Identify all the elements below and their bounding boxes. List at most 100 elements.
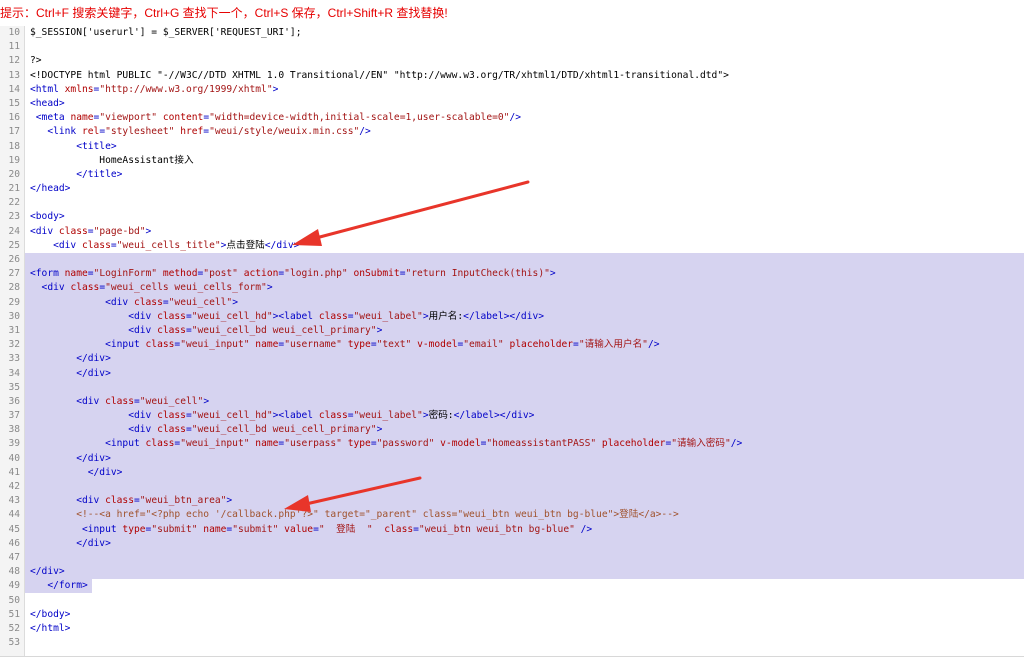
code-line[interactable]: 29 <div class="weui_cell"> <box>0 296 1024 310</box>
code-token: ><label <box>272 410 319 422</box>
code-text: <input class="weui_input" name="username… <box>30 338 659 352</box>
code-line[interactable]: 20 </title> <box>0 168 1024 182</box>
code-line[interactable]: 37 <div class="weui_cell_hd"><label clas… <box>0 409 1024 423</box>
code-line[interactable]: 22 <box>0 196 1024 210</box>
code-line[interactable]: 23 <body> <box>0 210 1024 224</box>
code-line[interactable]: 25 <div class="weui_cells_title">点击登陆</d… <box>0 239 1024 253</box>
code-line[interactable]: 19 HomeAssistant接入 <box>0 154 1024 168</box>
code-token: <div <box>30 282 71 294</box>
code-line[interactable]: 14 <html xmlns="http://www.w3.org/1999/xh… <box>0 83 1024 97</box>
code-token: </label></div> <box>463 310 545 322</box>
code-token: class <box>105 495 134 507</box>
line-number: 48 <box>8 566 20 578</box>
code-token: "LoginForm" <box>93 268 163 280</box>
code-line[interactable]: 32 <input class="weui_input" name="usern… <box>0 338 1024 352</box>
code-line[interactable]: 41 </div> <box>0 466 1024 480</box>
code-token: /> <box>359 126 371 138</box>
code-text: <div class="weui_cell"> <box>30 395 209 409</box>
code-line[interactable]: 34 </div> <box>0 367 1024 381</box>
code-token: href <box>180 126 204 138</box>
code-text: <input type="submit" name="submit" value… <box>30 523 592 537</box>
code-token: class <box>133 296 163 308</box>
code-line[interactable]: 46 </div> <box>0 537 1024 551</box>
code-line[interactable]: 15 <head> <box>0 97 1024 111</box>
code-token: v-model <box>417 339 458 351</box>
code-line[interactable]: 12 ?> <box>0 54 1024 68</box>
code-line[interactable]: 48 </div> <box>0 565 1024 579</box>
code-token: <div <box>30 296 134 308</box>
code-line[interactable]: 35 <box>0 381 1024 395</box>
code-line[interactable]: 49 </form> <box>0 579 1024 593</box>
code-token: /> <box>509 112 522 124</box>
code-line[interactable]: 10 $_SESSION['userurl'] = $_SERVER['REQUE… <box>0 26 1024 40</box>
line-number: 24 <box>8 225 20 237</box>
line-number: 44 <box>8 509 20 521</box>
code-token: </title> <box>30 168 123 180</box>
code-token: </div> <box>30 537 111 549</box>
code-lines: 10 $_SESSION['userurl'] = $_SERVER['REQUE… <box>0 26 1024 650</box>
code-line[interactable]: 16 <meta name="viewport" content="width=… <box>0 111 1024 125</box>
code-line[interactable]: 51 </body> <box>0 608 1024 622</box>
code-token: <!--<a href="<?php echo '/callback.php'?… <box>30 509 679 521</box>
code-token: > <box>203 395 210 407</box>
line-number: 22 <box>8 197 20 209</box>
code-line[interactable]: 13 <!DOCTYPE html PUBLIC "-//W3C//DTD XHT… <box>0 69 1024 83</box>
code-line[interactable]: 43 <div class="weui_btn_area"> <box>0 494 1024 508</box>
code-token: <input <box>30 438 146 450</box>
code-line[interactable]: 50 <box>0 594 1024 608</box>
code-text: <input class="weui_input" name="userpass… <box>30 437 742 451</box>
code-line[interactable]: 40 </div> <box>0 452 1024 466</box>
code-line[interactable]: 31 <div class="weui_cell_bd weui_cell_pr… <box>0 324 1024 338</box>
code-token: > <box>549 268 556 280</box>
code-line[interactable]: 27 <form name="LoginForm" method="post" a… <box>0 267 1024 281</box>
code-token: $_SESSION['userurl'] = $_SERVER['REQUEST… <box>30 27 302 38</box>
code-token: > <box>232 296 238 308</box>
code-token: "weui_label" <box>353 310 423 322</box>
code-token: "weui_btn_area" <box>139 495 227 507</box>
code-line[interactable]: 39 <input class="weui_input" name="userp… <box>0 437 1024 451</box>
code-line[interactable]: 33 </div> <box>0 352 1024 366</box>
line-number: 17 <box>8 126 20 138</box>
code-token: </div> <box>30 367 111 379</box>
code-token: "email" <box>463 339 510 351</box>
code-line[interactable]: 52 </html> <box>0 622 1024 636</box>
code-text: <div class="page-bd"> <box>30 225 151 239</box>
code-line[interactable]: 17 <link rel="stylesheet" href="weui/sty… <box>0 125 1024 139</box>
code-token: name <box>203 523 227 535</box>
code-text: <html xmlns="http://www.w3.org/1999/xhtm… <box>30 83 278 97</box>
code-text: <meta name="viewport" content="width=dev… <box>30 111 521 125</box>
code-line[interactable]: 53 <box>0 636 1024 650</box>
code-line[interactable]: 21 </head> <box>0 182 1024 196</box>
code-token: <div <box>30 239 82 251</box>
code-token: ?> <box>30 55 42 67</box>
code-token: "weui_cell" <box>139 395 204 407</box>
code-line[interactable]: 11 <box>0 40 1024 54</box>
line-number: 32 <box>8 339 20 351</box>
code-token: class <box>81 239 111 251</box>
code-token: "password" <box>376 438 441 450</box>
code-text: </div> <box>30 537 111 551</box>
line-number: 30 <box>8 310 20 322</box>
code-line[interactable]: 47 <box>0 551 1024 565</box>
code-token: <div <box>30 395 106 407</box>
code-token: action <box>243 268 279 280</box>
code-token: "userpass" <box>284 438 348 450</box>
code-line[interactable]: 28 <div class="weui_cells weui_cells_for… <box>0 281 1024 295</box>
code-line[interactable]: 24 <div class="page-bd"> <box>0 225 1024 239</box>
code-line[interactable]: 42 <box>0 480 1024 494</box>
code-editor[interactable]: 10 $_SESSION['userurl'] = $_SERVER['REQUE… <box>0 26 1024 656</box>
code-line[interactable]: 30 <div class="weui_cell_hd"><label clas… <box>0 310 1024 324</box>
code-line[interactable]: 38 <div class="weui_cell_bd weui_cell_pr… <box>0 423 1024 437</box>
line-number: 51 <box>8 608 20 620</box>
code-token: placeholder <box>509 339 574 351</box>
code-line[interactable]: 45 <input type="submit" name="submit" va… <box>0 523 1024 537</box>
code-line[interactable]: 36 <div class="weui_cell"> <box>0 395 1024 409</box>
code-line[interactable]: 18 <title> <box>0 140 1024 154</box>
code-line[interactable]: 44 <!--<a href="<?php echo '/callback.ph… <box>0 508 1024 522</box>
line-number: 52 <box>8 622 20 634</box>
code-token: class <box>157 424 186 436</box>
line-number: 23 <box>8 211 20 223</box>
code-token: </label></div> <box>453 410 535 422</box>
line-number: 49 <box>8 580 20 592</box>
code-line[interactable]: 26 <box>0 253 1024 267</box>
